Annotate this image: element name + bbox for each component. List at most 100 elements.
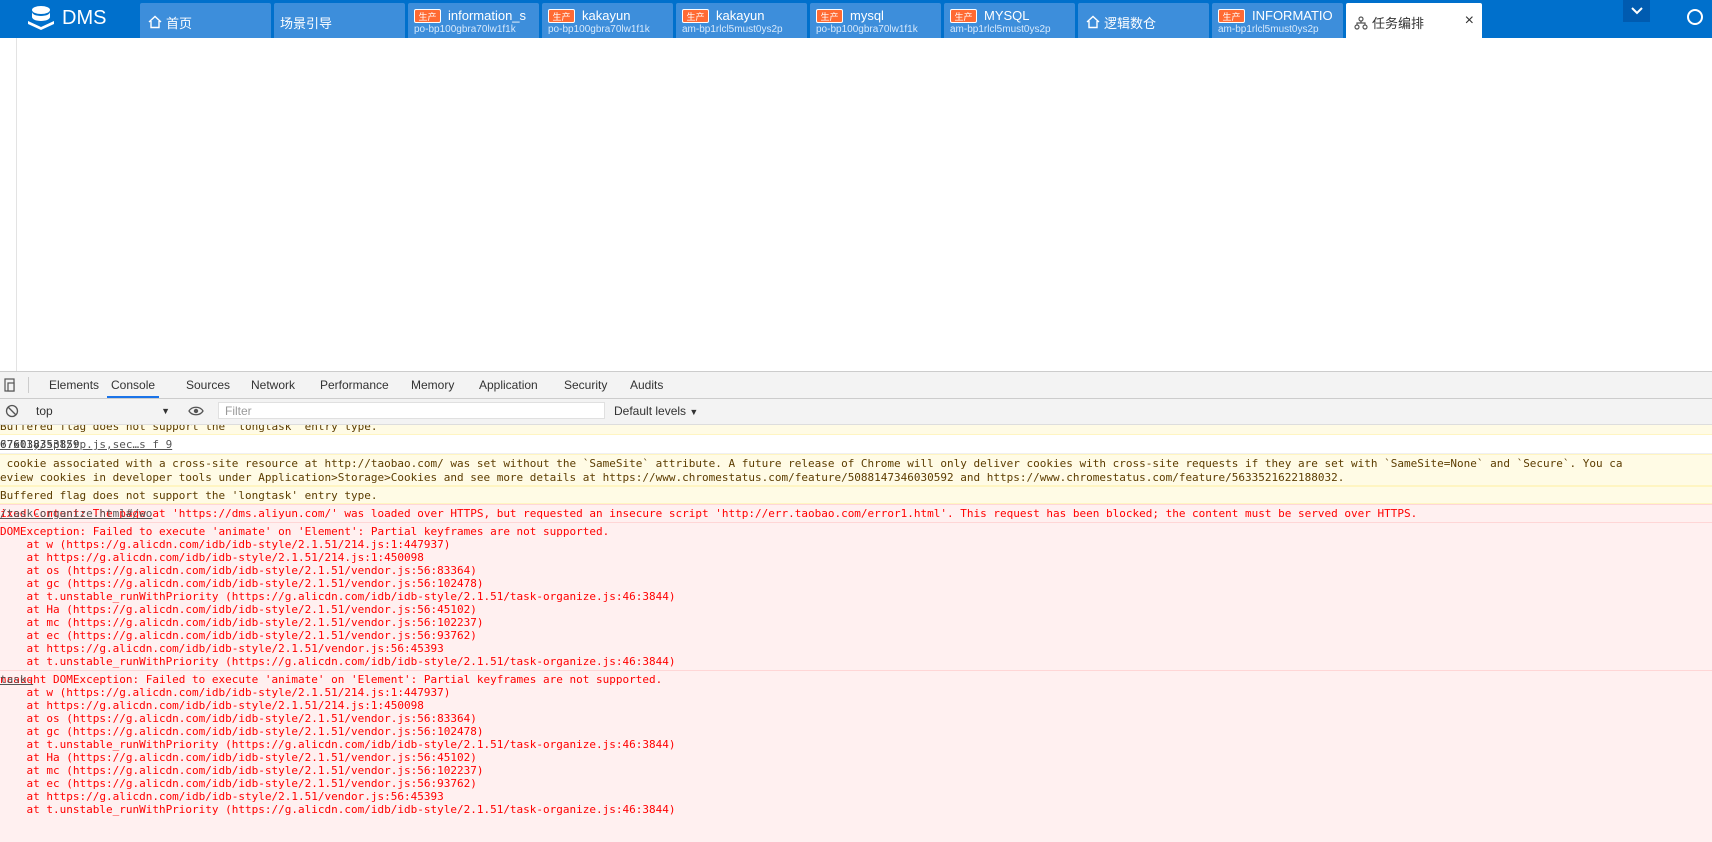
tab-mysql-upper[interactable]: 生产 MYSQL am-bp1rlcl5must0ys2p [944, 3, 1075, 38]
stack-frame[interactable]: at https://g.alicdn.com/idb/idb-style/2.… [0, 642, 443, 656]
stack-frame[interactable]: at https://g.alicdn.com/idb/idb-style/2.… [0, 790, 443, 804]
search-icon[interactable] [1686, 8, 1706, 28]
console-warning: Buffered flag does not support the 'long… [0, 425, 1712, 435]
stack-frame[interactable]: at Ha (https://g.alicdn.com/idb/idb-styl… [0, 751, 476, 765]
tab-memory[interactable]: Memory [407, 372, 458, 398]
chevron-down-icon [1630, 7, 1643, 15]
stack-frame[interactable]: at https://g.alicdn.com/idb/idb-style/2.… [0, 551, 423, 565]
stack-frame[interactable]: at t.unstable_runWithPriority (https://g… [0, 803, 675, 817]
tab-elements[interactable]: Elements [45, 372, 103, 398]
source-link[interactable]: ??xlly/spl/rp.js,sec…s f 9 [0, 438, 1712, 452]
tab-instance: po-bp100gbra70lw1f1k [548, 24, 650, 35]
console-warning: cookie associated with a cross-site reso… [0, 454, 1712, 486]
tab-instance: po-bp100gbra70lw1f1k [414, 24, 516, 35]
divider [28, 377, 29, 393]
task-orchestration-canvas [0, 38, 1712, 371]
console-warning: Buffered flag does not support the 'long… [0, 486, 1712, 504]
env-badge: 生产 [950, 9, 977, 23]
error-heading: DOMException: Failed to execute 'animate… [0, 525, 610, 538]
tab-logical-dw[interactable]: 逻辑数仓 [1078, 3, 1209, 38]
stack-frame[interactable]: at gc (https://g.alicdn.com/idb/idb-styl… [0, 725, 483, 739]
stack-frame[interactable]: at ec (https://g.alicdn.com/idb/idb-styl… [0, 777, 476, 791]
stack-frame[interactable]: at w (https://g.alicdn.com/idb/idb-style… [0, 538, 450, 552]
tab-label: information_s [448, 8, 527, 23]
tab-label: mysql [850, 8, 884, 23]
tab-mysql[interactable]: 生产 mysql po-bp100gbra70lw1f1k [810, 3, 941, 38]
tab-label: MYSQL [984, 8, 1030, 23]
close-icon[interactable]: × [1465, 12, 1474, 30]
env-badge: 生产 [548, 9, 575, 23]
console-log: 676038353859 ??xlly/spl/rp.js,sec…s f 9 [0, 435, 1712, 454]
workflow-icon [1354, 16, 1368, 30]
device-toggle-icon[interactable] [4, 378, 20, 392]
tab-label: 场景引导 [280, 16, 333, 31]
tab-kakayun-2[interactable]: 生产 kakayun am-bp1rlcl5must0ys2p [676, 3, 807, 38]
tabs-overflow-button[interactable] [1623, 0, 1650, 22]
tab-instance: am-bp1rlcl5must0ys2p [950, 24, 1051, 35]
tab-sources[interactable]: Sources [182, 372, 234, 398]
stack-frame[interactable]: at ec (https://g.alicdn.com/idb/idb-styl… [0, 629, 476, 643]
tab-instance: po-bp100gbra70lw1f1k [816, 24, 918, 35]
eye-icon[interactable] [188, 405, 204, 417]
stack-frame[interactable]: at https://g.alicdn.com/idb/idb-style/2.… [0, 699, 423, 713]
stack-frame[interactable]: at os (https://g.alicdn.com/idb/idb-styl… [0, 564, 476, 578]
dropdown-arrow-icon: ▼ [161, 406, 170, 416]
tab-instance: am-bp1rlcl5must0ys2p [682, 24, 783, 35]
clear-console-icon[interactable] [5, 404, 19, 418]
tab-audits[interactable]: Audits [626, 372, 667, 398]
divider [16, 38, 17, 371]
message-text: eview cookies in developer tools under A… [0, 471, 1345, 484]
message-text: Buffered flag does not support the 'long… [0, 425, 378, 433]
env-badge: 生产 [414, 9, 441, 23]
message-text: cookie associated with a cross-site reso… [0, 457, 1623, 470]
stack-frame[interactable]: at t.unstable_runWithPriority (https://g… [0, 738, 675, 752]
stack-frame[interactable]: at t.unstable_runWithPriority (https://g… [0, 655, 675, 669]
source-link[interactable]: task- [0, 673, 1712, 687]
dropdown-arrow-icon: ▼ [689, 407, 699, 417]
tab-label: 逻辑数仓 [1104, 16, 1157, 31]
levels-label: Default levels [614, 404, 687, 418]
tab-task-orchestration[interactable]: 任务编排 × [1346, 3, 1482, 38]
tab-label: INFORMATIO [1252, 8, 1333, 23]
stack-frame[interactable]: at gc (https://g.alicdn.com/idb/idb-styl… [0, 577, 483, 591]
tab-application[interactable]: Application [475, 372, 542, 398]
home-icon [1086, 15, 1100, 29]
tab-console[interactable]: Console [107, 372, 160, 398]
stack-frame[interactable]: at w (https://g.alicdn.com/idb/idb-style… [0, 686, 450, 700]
stack-frame[interactable]: at mc (https://g.alicdn.com/idb/idb-styl… [0, 764, 483, 778]
stack-frame[interactable]: at Ha (https://g.alicdn.com/idb/idb-styl… [0, 603, 476, 617]
env-badge: 生产 [816, 9, 843, 23]
env-badge: 生产 [682, 9, 709, 23]
devtools-tabbar: Elements Console Sources Network Perform… [0, 372, 1712, 399]
console-output: Buffered flag does not support the 'long… [0, 425, 1712, 842]
log-levels-select[interactable]: Default levels ▼ [614, 403, 698, 421]
app-name: DMS [62, 6, 107, 29]
home-icon [148, 15, 162, 29]
devtools-panel: Elements Console Sources Network Perform… [0, 371, 1712, 842]
filter-input[interactable]: Filter [218, 402, 605, 419]
tab-home[interactable]: 首页 [140, 3, 271, 38]
tab-security[interactable]: Security [560, 372, 611, 398]
message-text: Buffered flag does not support the 'long… [0, 489, 378, 502]
stack-frame[interactable]: at t.unstable_runWithPriority (https://g… [0, 590, 675, 604]
tab-label: 首页 [166, 16, 193, 31]
console-error: ixed Content: The page at 'https://dms.a… [0, 504, 1712, 522]
tab-performance[interactable]: Performance [316, 372, 393, 398]
stack-frame[interactable]: at os (https://g.alicdn.com/idb/idb-styl… [0, 712, 476, 726]
context-select[interactable]: top ▼ [36, 403, 170, 420]
tab-instance: am-bp1rlcl5must0ys2p [1218, 24, 1319, 35]
console-error: ncaught DOMException: Failed to execute … [0, 670, 1712, 842]
top-bar: DMS 首页 场景引导 生产 information_s po-bp100gbr… [0, 0, 1712, 38]
dms-logo[interactable]: DMS [26, 3, 106, 33]
tab-information-s[interactable]: 生产 information_s po-bp100gbra70lw1f1k [408, 3, 539, 38]
logo-icon [28, 6, 54, 30]
tab-scene-guide[interactable]: 场景引导 [274, 3, 405, 38]
env-badge: 生产 [1218, 9, 1245, 23]
stack-frame[interactable]: at mc (https://g.alicdn.com/idb/idb-styl… [0, 616, 483, 630]
tab-label: kakayun [582, 8, 631, 23]
tab-label: 任务编排 [1372, 16, 1425, 31]
tab-kakayun-1[interactable]: 生产 kakayun po-bp100gbra70lw1f1k [542, 3, 673, 38]
source-link[interactable]: /task-organize.html#/wo [0, 507, 1712, 521]
tab-information[interactable]: 生产 INFORMATIO am-bp1rlcl5must0ys2p [1212, 3, 1343, 38]
tab-network[interactable]: Network [247, 372, 299, 398]
